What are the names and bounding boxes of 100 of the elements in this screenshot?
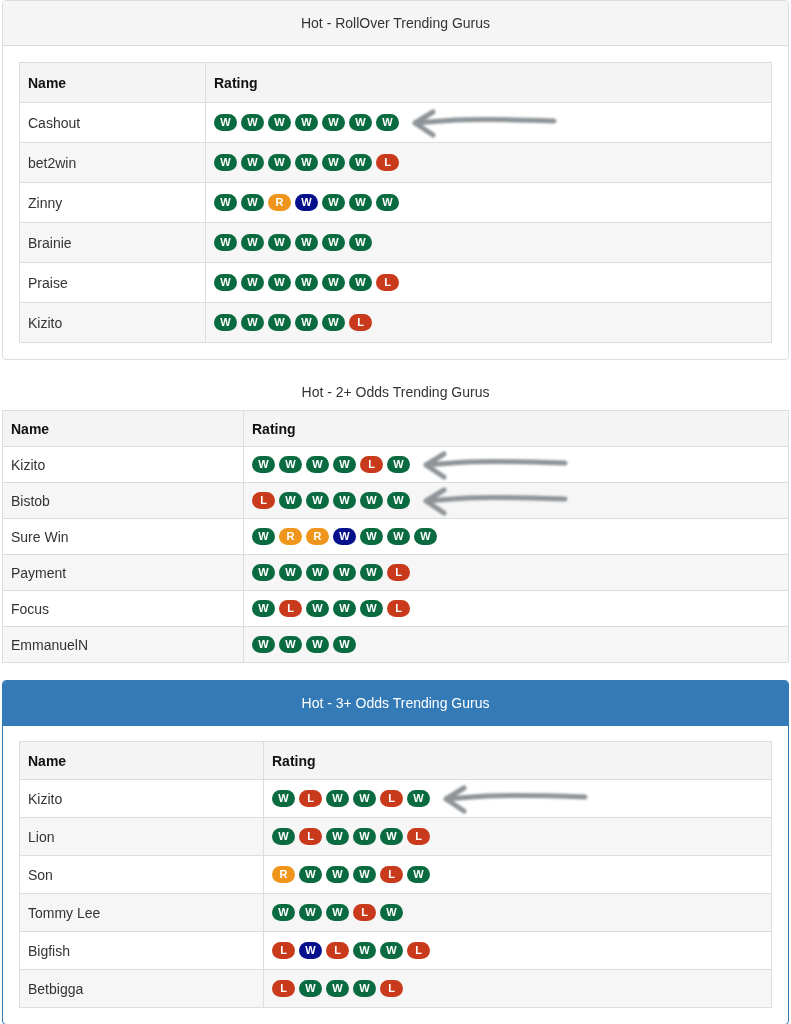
result-badge: W: [326, 980, 349, 997]
result-badge: W: [387, 492, 410, 509]
result-badge: W: [241, 194, 264, 211]
result-badge: W: [214, 114, 237, 131]
result-badge: W: [214, 154, 237, 171]
result-badge: W: [295, 194, 318, 211]
result-badge: W: [241, 154, 264, 171]
result-badge: W: [349, 154, 372, 171]
result-badge: L: [380, 980, 403, 997]
result-badge: W: [376, 114, 399, 131]
name-cell: Payment: [2, 554, 244, 591]
result-badge: W: [407, 790, 430, 807]
result-badge: W: [333, 492, 356, 509]
result-badge: W: [214, 234, 237, 251]
result-badge: W: [349, 274, 372, 291]
name-cell: Bistob: [2, 482, 244, 519]
result-badge: W: [295, 314, 318, 331]
result-badge: L: [387, 564, 410, 581]
result-badge: W: [306, 492, 329, 509]
result-badge: W: [333, 564, 356, 581]
result-badge: L: [407, 828, 430, 845]
result-badge: W: [333, 528, 356, 545]
result-badge: L: [252, 492, 275, 509]
result-badge: W: [252, 564, 275, 581]
result-badge: W: [380, 828, 403, 845]
result-badge: L: [353, 904, 376, 921]
name-cell: Cashout: [19, 102, 206, 143]
result-badge: W: [299, 904, 322, 921]
result-badge: W: [333, 456, 356, 473]
result-badge: W: [252, 528, 275, 545]
result-badge: W: [353, 980, 376, 997]
result-badge: L: [376, 274, 399, 291]
result-badge: W: [353, 790, 376, 807]
result-badge: R: [268, 194, 291, 211]
result-badge: W: [214, 314, 237, 331]
result-badge: W: [295, 114, 318, 131]
result-badge: W: [407, 866, 430, 883]
result-badge: W: [353, 866, 376, 883]
result-badge: R: [279, 528, 302, 545]
result-badge: W: [349, 194, 372, 211]
name-cell: bet2win: [19, 142, 206, 183]
result-badge: W: [299, 980, 322, 997]
result-badge: W: [326, 790, 349, 807]
result-badge: W: [252, 636, 275, 653]
result-badge: W: [322, 234, 345, 251]
result-badge: W: [326, 828, 349, 845]
result-badge: W: [322, 154, 345, 171]
result-badge: W: [360, 492, 383, 509]
result-badge: L: [299, 828, 322, 845]
column-header: Name: [19, 62, 206, 103]
panel-title: Hot - 3+ Odds Trending Gurus: [3, 681, 788, 726]
result-badge: L: [380, 866, 403, 883]
name-cell: Lion: [19, 817, 264, 856]
name-cell: Zinny: [19, 182, 206, 223]
result-badge: W: [349, 234, 372, 251]
result-badge: R: [306, 528, 329, 545]
name-cell: Kizito: [19, 779, 264, 818]
result-badge: W: [279, 456, 302, 473]
result-badge: W: [387, 528, 410, 545]
name-cell: Focus: [2, 590, 244, 627]
result-badge: W: [279, 492, 302, 509]
result-badge: W: [272, 828, 295, 845]
result-badge: W: [295, 234, 318, 251]
result-badge: W: [306, 636, 329, 653]
result-badge: W: [349, 114, 372, 131]
result-badge: W: [306, 456, 329, 473]
column-header: Rating: [205, 62, 772, 103]
result-badge: W: [268, 114, 291, 131]
result-badge: L: [360, 456, 383, 473]
name-cell: Praise: [19, 262, 206, 303]
result-badge: W: [333, 636, 356, 653]
result-badge: W: [333, 600, 356, 617]
result-badge: W: [353, 942, 376, 959]
result-badge: W: [326, 866, 349, 883]
result-badge: W: [241, 314, 264, 331]
result-badge: W: [268, 274, 291, 291]
result-badge: L: [272, 980, 295, 997]
result-badge: R: [272, 866, 295, 883]
result-badge: W: [241, 234, 264, 251]
result-badge: L: [380, 790, 403, 807]
result-badge: L: [272, 942, 295, 959]
result-badge: W: [360, 564, 383, 581]
result-badge: L: [326, 942, 349, 959]
section-title: Hot - 2+ Odds Trending Gurus: [300, 383, 491, 402]
result-badge: W: [295, 274, 318, 291]
name-cell: Kizito: [2, 446, 244, 483]
name-cell: Kizito: [19, 302, 206, 343]
name-cell: Son: [19, 855, 264, 894]
result-badge: W: [272, 904, 295, 921]
result-badge: W: [380, 904, 403, 921]
column-header: Rating: [243, 410, 789, 447]
result-badge: L: [299, 790, 322, 807]
result-badge: W: [252, 456, 275, 473]
result-badge: W: [322, 314, 345, 331]
result-badge: W: [306, 600, 329, 617]
name-cell: Brainie: [19, 222, 206, 263]
column-header: Name: [2, 410, 244, 447]
result-badge: W: [279, 636, 302, 653]
result-badge: W: [299, 942, 322, 959]
column-header: Name: [19, 741, 264, 780]
